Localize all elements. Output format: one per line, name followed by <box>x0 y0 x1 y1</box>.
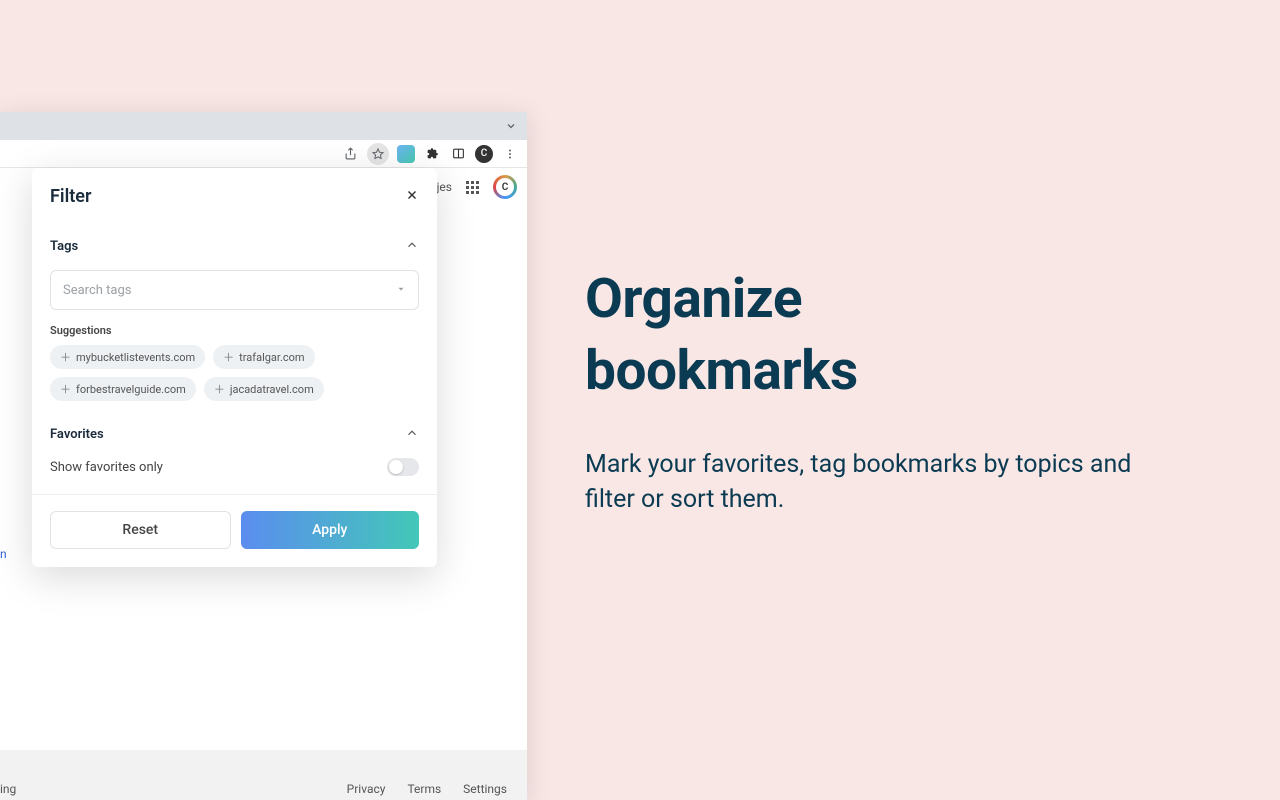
tag-search-input[interactable] <box>63 283 396 298</box>
chip-label: trafalgar.com <box>239 351 304 364</box>
page-bar-fragment: jes <box>437 180 452 194</box>
tag-chip[interactable]: ＋ jacadatravel.com <box>204 377 324 401</box>
footer-left-fragment: ing <box>0 782 16 796</box>
apply-button[interactable]: Apply <box>241 511 420 549</box>
favorites-section: Favorites Show favorites only <box>50 425 419 476</box>
close-icon[interactable] <box>405 187 419 206</box>
footer-link-terms[interactable]: Terms <box>407 782 441 796</box>
page-footer: ing Privacy Terms Settings <box>0 750 527 800</box>
show-favorites-label: Show favorites only <box>50 460 163 475</box>
footer-link-settings[interactable]: Settings <box>463 782 507 796</box>
plus-icon: ＋ <box>223 349 234 365</box>
favorites-toggle[interactable] <box>387 458 419 476</box>
chip-label: forbestravelguide.com <box>76 383 186 396</box>
tag-chip[interactable]: ＋ mybucketlistevents.com <box>50 345 205 369</box>
browser-toolbar: C <box>0 140 527 168</box>
suggestion-chips: ＋ mybucketlistevents.com ＋ trafalgar.com ＋… <box>50 345 419 401</box>
chevron-up-icon <box>405 425 419 444</box>
chip-label: mybucketlistevents.com <box>76 351 195 364</box>
tag-search-field[interactable] <box>50 270 419 310</box>
tag-chip[interactable]: ＋ trafalgar.com <box>213 345 314 369</box>
footer-link-privacy[interactable]: Privacy <box>347 782 386 796</box>
extensions-puzzle-icon[interactable] <box>423 145 441 163</box>
panel-icon[interactable] <box>449 145 467 163</box>
reset-button[interactable]: Reset <box>50 511 231 549</box>
plus-icon: ＋ <box>60 381 71 397</box>
filter-panel: Filter Tags Suggestions ＋ mybucketlisteve… <box>32 168 437 567</box>
extension-icon[interactable] <box>397 145 415 163</box>
toggle-knob <box>389 460 403 474</box>
favorites-section-title: Favorites <box>50 427 104 442</box>
apps-grid-icon[interactable] <box>466 181 479 194</box>
tag-chip[interactable]: ＋ forbestravelguide.com <box>50 377 196 401</box>
tab-bar <box>0 112 527 140</box>
favorites-section-header[interactable]: Favorites <box>50 425 419 444</box>
chip-label: jacadatravel.com <box>230 383 314 396</box>
kebab-menu-icon[interactable] <box>501 145 519 163</box>
tags-section: Tags Suggestions ＋ mybucketlistevents.com… <box>50 237 419 401</box>
bookmark-star-button[interactable] <box>367 143 389 165</box>
truncated-link-fragment[interactable]: n <box>0 547 7 561</box>
divider <box>32 494 437 495</box>
hero-title: Organize bookmarks <box>585 264 1185 407</box>
profile-avatar-ring[interactable]: C <box>493 175 517 199</box>
hero-title-line: Organize <box>585 267 802 331</box>
avatar-letter: C <box>496 178 514 196</box>
chevron-down-icon[interactable] <box>505 117 517 136</box>
plus-icon: ＋ <box>60 349 71 365</box>
suggestions-label: Suggestions <box>50 324 419 337</box>
share-icon[interactable] <box>341 145 359 163</box>
tags-section-title: Tags <box>50 239 78 254</box>
tags-section-header[interactable]: Tags <box>50 237 419 256</box>
profile-avatar-small[interactable]: C <box>475 145 493 163</box>
filter-title: Filter <box>50 186 91 207</box>
chevron-up-icon <box>405 237 419 256</box>
caret-down-icon <box>396 283 406 298</box>
hero: Organize bookmarks Mark your favorites, … <box>585 264 1185 517</box>
plus-icon: ＋ <box>214 381 225 397</box>
hero-subtitle: Mark your favorites, tag bookmarks by to… <box>585 447 1185 517</box>
hero-title-line: bookmarks <box>585 339 858 403</box>
